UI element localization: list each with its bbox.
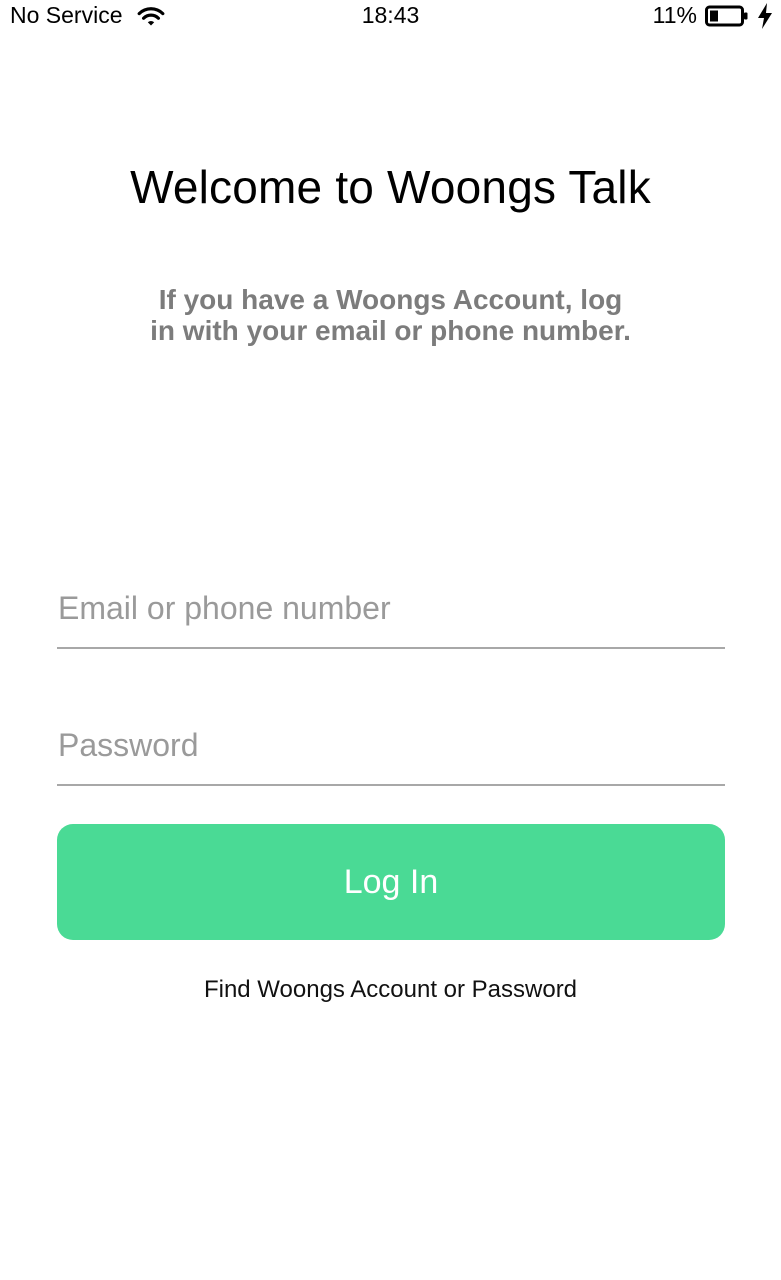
login-button[interactable]: Log In xyxy=(57,824,725,940)
page-title: Welcome to Woongs Talk xyxy=(130,161,651,213)
battery-percent: 11% xyxy=(652,2,697,28)
find-account-link[interactable]: Find Woongs Account or Password xyxy=(0,976,781,1004)
status-right: 11% xyxy=(653,2,773,29)
status-bar: No Service 18:43 11% xyxy=(0,0,781,32)
email-input[interactable] xyxy=(57,569,725,647)
battery-fill xyxy=(710,10,718,21)
page-subtitle: If you have a Woongs Account, log in wit… xyxy=(150,284,631,346)
battery-icon xyxy=(705,5,749,27)
password-field-container xyxy=(57,706,725,786)
password-input[interactable] xyxy=(57,706,725,784)
email-field-container xyxy=(57,569,725,649)
bolt-icon xyxy=(757,2,773,29)
